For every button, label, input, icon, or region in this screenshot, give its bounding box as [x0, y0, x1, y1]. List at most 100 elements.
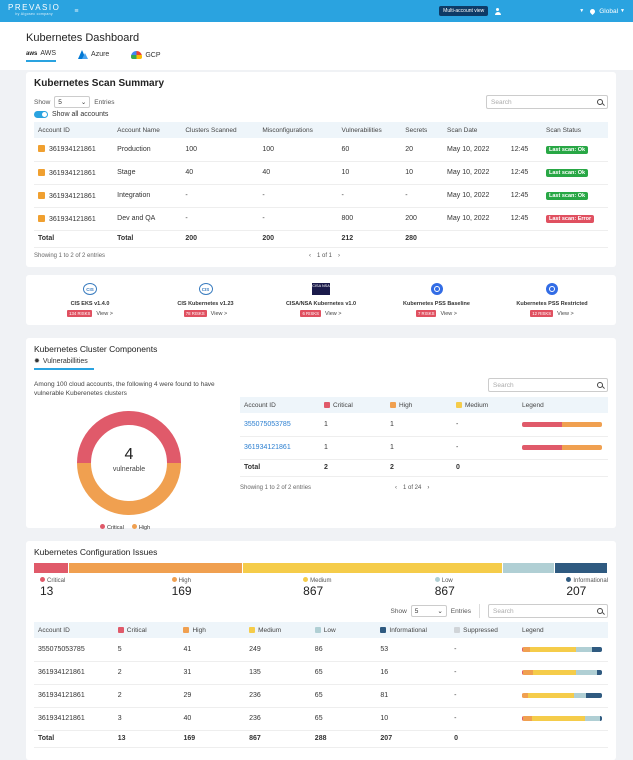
search-input[interactable]: Search: [486, 95, 608, 109]
account-id-link[interactable]: 361934121861: [240, 436, 320, 460]
tab-gcp[interactable]: GCP: [131, 51, 161, 62]
severity-label: High: [171, 577, 277, 584]
divider: [479, 604, 480, 618]
status-cell: Last scan: Ok: [541, 184, 608, 208]
column-header[interactable]: Scan Status: [541, 122, 608, 138]
name-cell: Production: [113, 138, 182, 162]
severity-segment-informational[interactable]: [555, 563, 608, 573]
show-all-toggle[interactable]: [34, 111, 48, 118]
severity-segment-critical[interactable]: [34, 563, 69, 573]
table-row[interactable]: 361934121861 Stage 40 40 10 10 May 10, 2022 12:…: [34, 161, 608, 185]
region-selector[interactable]: Global: [599, 8, 618, 15]
chevron-down-icon[interactable]: ▼: [579, 8, 584, 14]
column-header[interactable]: High: [386, 397, 452, 413]
color-swatch: [249, 626, 256, 633]
table-row[interactable]: 361934121861 2 31 135 65 16-: [34, 661, 608, 685]
framework-item[interactable]: CIS CIS EKS v1.4.0 134 RISKS View >: [40, 281, 140, 325]
view-link[interactable]: View >: [325, 311, 342, 317]
legend-segment: [576, 646, 593, 652]
cis-logo-icon: CIS: [198, 283, 213, 295]
column-header[interactable]: Legend: [518, 397, 608, 413]
config-search-input[interactable]: Search: [488, 604, 608, 618]
column-header[interactable]: Legend: [517, 622, 608, 638]
risk-badge: 12 RISKS: [530, 310, 554, 317]
table-row[interactable]: 361934121861 Integration - - - - May 10, 2022 1…: [34, 184, 608, 208]
view-link[interactable]: View >: [211, 311, 228, 317]
column-header[interactable]: Account ID: [34, 122, 114, 138]
column-header[interactable]: Suppressed: [450, 622, 518, 638]
column-header[interactable]: Medium: [245, 622, 311, 638]
total-label: Total: [240, 459, 320, 477]
severity-value: 169: [171, 584, 192, 598]
column-header[interactable]: Vulnerabilities: [337, 122, 402, 138]
entries-select[interactable]: 5 ⌄: [54, 96, 91, 108]
multi-account-button[interactable]: Multi-account view: [439, 6, 489, 16]
top-bar: PREVASIO by Algosec company ≡ Multi-acco…: [0, 0, 633, 22]
table-row[interactable]: 361934121861 3 40 236 65 10-: [34, 707, 608, 731]
column-header[interactable]: Scan Date: [443, 122, 507, 138]
view-link[interactable]: View >: [96, 311, 113, 317]
total-row: Total 2 2 0: [240, 459, 608, 477]
view-link[interactable]: View >: [557, 311, 574, 317]
medium-cell: -: [452, 436, 518, 460]
show-label: Show: [34, 98, 51, 106]
severity-segment-low[interactable]: [502, 563, 555, 573]
next-page-button[interactable]: ›: [338, 253, 340, 259]
column-header[interactable]: Clusters Scanned: [181, 122, 259, 138]
column-header[interactable]: Critical: [113, 622, 180, 638]
components-search-input[interactable]: Search: [488, 378, 608, 392]
column-header[interactable]: Informational: [376, 622, 451, 638]
severity-segment-high[interactable]: [69, 563, 242, 573]
chevron-down-icon[interactable]: ▼: [620, 8, 625, 14]
search-icon[interactable]: [597, 608, 603, 614]
column-header[interactable]: Secrets: [401, 122, 444, 138]
tab-azure[interactable]: Azure: [78, 50, 109, 62]
framework-name: Kubernetes PSS Restricted: [516, 301, 588, 307]
color-swatch: [117, 626, 124, 633]
user-icon[interactable]: [494, 7, 501, 15]
brand-logo[interactable]: PREVASIO by Algosec company: [8, 4, 60, 18]
table-row[interactable]: 361934121861 2 29 236 65 81-: [34, 684, 608, 708]
column-header[interactable]: Account ID: [34, 622, 114, 638]
column-header[interactable]: Misconfigurations: [258, 122, 338, 138]
column-header[interactable]: Medium: [452, 397, 518, 413]
severity-value: 867: [434, 584, 455, 598]
legend-item: Critical: [100, 524, 124, 531]
column-header[interactable]: High: [179, 622, 246, 638]
legend-segment: [522, 421, 562, 427]
tab-vulnerabilities[interactable]: ✹ Vulnerabillities: [34, 357, 94, 370]
column-label: High: [192, 626, 206, 634]
search-icon[interactable]: [597, 99, 603, 105]
table-row[interactable]: 361934121861 Production 100 100 60 20 May 10, …: [34, 138, 608, 162]
table-row[interactable]: 361934121861 Dev and QA - -800 200 May 10, 20…: [34, 207, 608, 231]
column-header[interactable]: Low: [310, 622, 377, 638]
total-label: Total: [34, 230, 114, 248]
column-header[interactable]: Critical: [320, 397, 386, 413]
framework-item[interactable]: CIS CIS Kubernetes v1.23 78 RISKS View >: [156, 281, 256, 325]
next-page-button[interactable]: ›: [427, 485, 429, 491]
framework-item[interactable]: CISA NSA CISA/NSA Kubernetes v1.0 6 RISKS V…: [271, 281, 371, 325]
menu-icon[interactable]: ≡: [74, 8, 78, 15]
table-row[interactable]: 361934121861 1 1-: [240, 436, 608, 460]
column-header[interactable]: Account ID: [240, 397, 320, 413]
framework-item[interactable]: Kubernetes PSS Baseline 7 RISKS View >: [387, 281, 487, 325]
table-row[interactable]: 355075053785 5 41 249 86 53-: [34, 638, 608, 662]
legend-segment: [530, 646, 577, 652]
view-link[interactable]: View >: [440, 311, 457, 317]
name-cell: Integration: [113, 184, 182, 208]
column-header[interactable]: Account Name: [113, 122, 182, 138]
framework-item[interactable]: Kubernetes PSS Restricted 12 RISKS View >: [502, 281, 602, 325]
table-row[interactable]: 355075053785 1 1-: [240, 413, 608, 437]
tab-label: GCP: [145, 51, 161, 59]
medium-cell: 236: [245, 707, 311, 731]
color-swatch: [454, 626, 461, 633]
column-header[interactable]: [506, 122, 542, 138]
prev-page-button[interactable]: ‹: [309, 253, 311, 259]
chevron-down-icon: ⌄: [437, 608, 443, 615]
prev-page-button[interactable]: ‹: [395, 485, 397, 491]
severity-segment-medium[interactable]: [242, 563, 502, 573]
entries-select[interactable]: 5 ⌄: [410, 605, 447, 617]
account-id-link[interactable]: 355075053785: [240, 413, 320, 437]
tab-aws[interactable]: aws AWS: [26, 50, 57, 62]
search-icon[interactable]: [597, 382, 603, 388]
